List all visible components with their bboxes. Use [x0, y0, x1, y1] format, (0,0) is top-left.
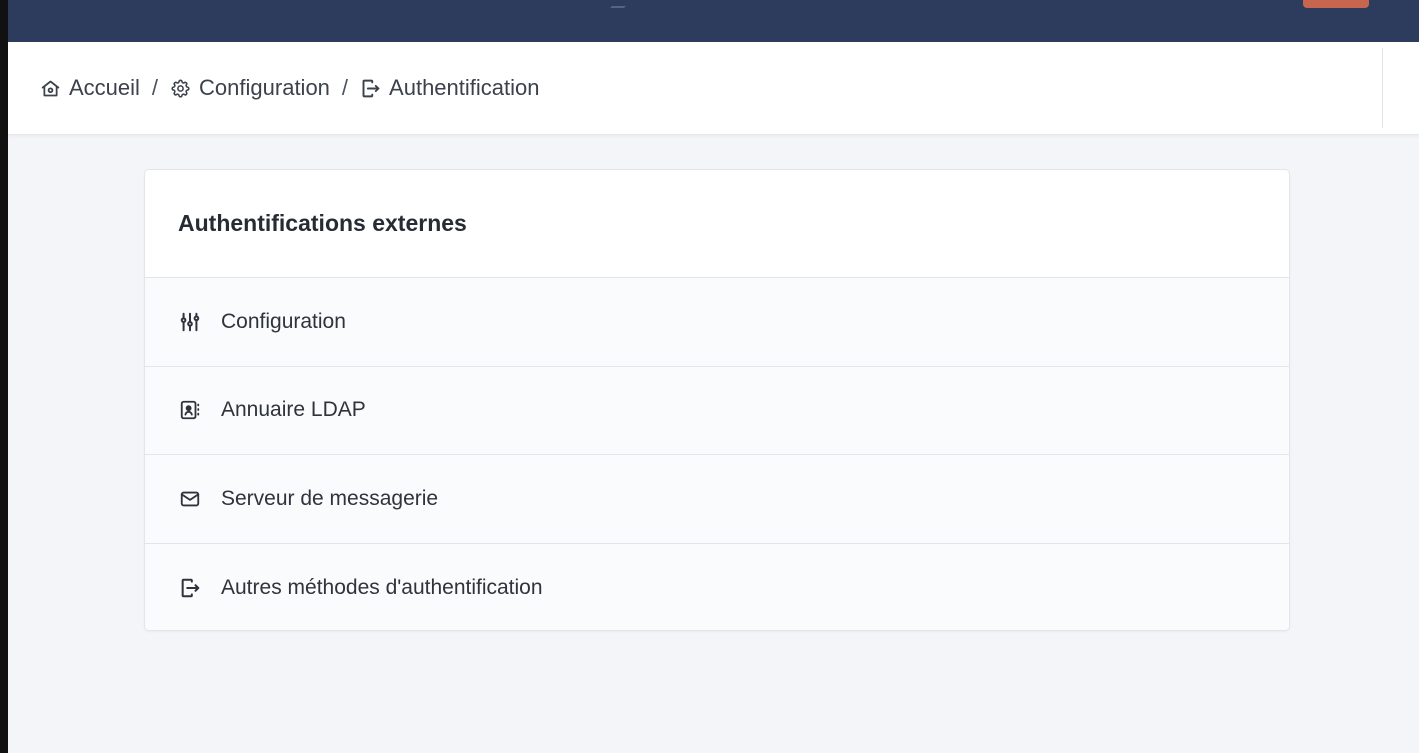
menu-item-configuration[interactable]: Configuration [145, 278, 1289, 367]
divider [1382, 48, 1383, 128]
external-auth-card: Authentifications externes Configuration… [144, 169, 1290, 631]
breadcrumb-label: Authentification [389, 75, 540, 100]
address-book-icon [179, 399, 201, 421]
breadcrumb-authentification[interactable]: Authentification [360, 75, 539, 101]
breadcrumb-separator: / [341, 75, 349, 100]
breadcrumb: Accueil / Configuration / Authentificati… [8, 42, 1419, 135]
adjustments-icon [179, 311, 201, 333]
breadcrumb-home[interactable]: Accueil [40, 75, 140, 101]
menu-item-label: Serveur de messagerie [221, 486, 439, 510]
breadcrumb-label: Accueil [69, 75, 140, 100]
menu-item-ldap[interactable]: Annuaire LDAP [145, 366, 1289, 455]
menu-item-label: Annuaire LDAP [221, 398, 366, 422]
gear-icon [171, 79, 190, 98]
window-edge [0, 0, 8, 753]
card-title: Authentifications externes [178, 210, 467, 236]
menu-item-mail-server[interactable]: Serveur de messagerie [145, 455, 1289, 544]
menu-item-label: Autres méthodes d'authentification [221, 575, 543, 599]
breadcrumb-separator: / [151, 75, 159, 100]
home-icon [41, 80, 60, 96]
login-icon [362, 79, 380, 97]
top-navbar [8, 0, 1419, 42]
card-header: Authentifications externes [145, 170, 1289, 278]
breadcrumb-label: Configuration [199, 75, 330, 100]
user-badge[interactable] [1303, 0, 1369, 8]
menu-item-other-auth[interactable]: Autres méthodes d'authentification [145, 543, 1289, 630]
dropdown-caret[interactable] [610, 0, 632, 8]
login-icon [179, 577, 201, 599]
menu-item-label: Configuration [221, 309, 346, 333]
mail-icon [179, 488, 201, 510]
breadcrumb-configuration[interactable]: Configuration [170, 75, 330, 101]
